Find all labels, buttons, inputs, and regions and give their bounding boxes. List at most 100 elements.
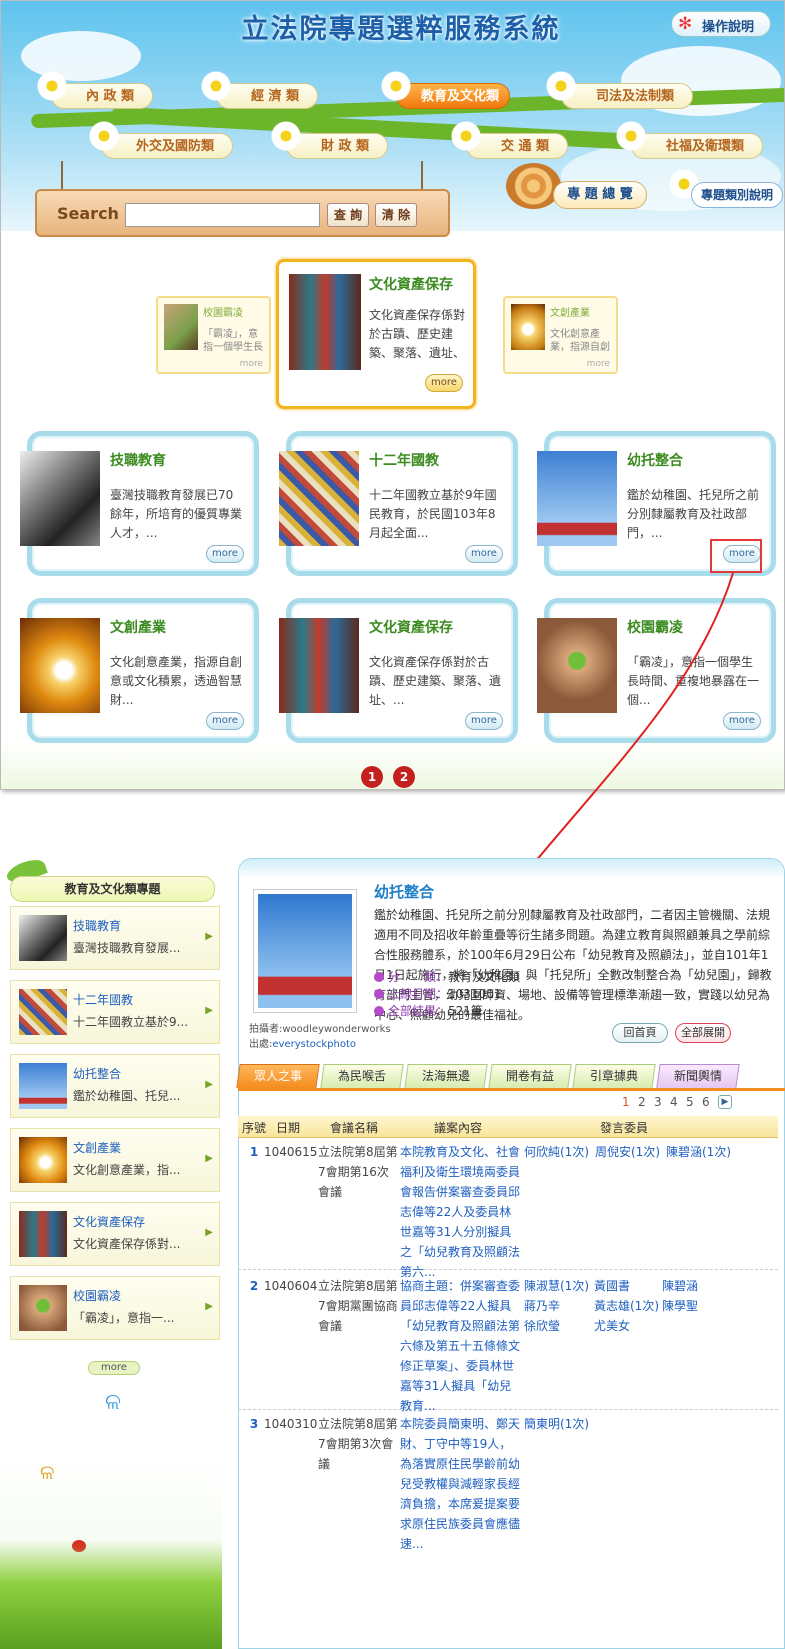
homepage-screenshot: 立法院專題選粹服務系統 ✻ 操作說明 內 政 類 經 濟 類 教育及文化類 司法及… (0, 0, 785, 790)
sidebar-item-heritage[interactable]: 文化資產保存 文化資產保存係對... ▶ (10, 1202, 220, 1266)
topic-photo (279, 451, 359, 546)
table-row: 3 1040310 立法院第8屆第7會期第3次會議 本院委員簡東明、鄭天財、丁守… (238, 1410, 778, 1551)
sidebar-item-creative[interactable]: 文創產業 文化創意產業，指... ▶ (10, 1128, 220, 1192)
featured-photo (164, 304, 198, 350)
category-economy[interactable]: 經 濟 類 (216, 83, 319, 109)
featured-side-right[interactable]: 文創產業 文化創意產業，指源自創 more (503, 296, 618, 374)
speaker-list: 何欣純(1次) 周倪安(1次) 陳碧涵(1次) (524, 1145, 731, 1159)
special-overview-button[interactable]: 專 題 總 覽 (553, 181, 647, 209)
tab-citations[interactable]: 引章據典 (572, 1064, 656, 1088)
topic-photo (20, 618, 100, 713)
topic-photo (20, 451, 100, 546)
clear-button[interactable]: 清 除 (375, 203, 417, 227)
speaker-list: 簡東明(1次) (524, 1417, 589, 1431)
flower-icon (271, 121, 301, 151)
more-button[interactable]: more (723, 712, 761, 730)
next-page-icon[interactable]: ▶ (718, 1095, 732, 1109)
topic-photo (279, 618, 359, 713)
tab-public-affairs[interactable]: 眾人之事 (236, 1064, 320, 1088)
category-finance[interactable]: 財 政 類 (286, 133, 389, 159)
flower-icon (37, 71, 67, 101)
topic-photo (537, 618, 617, 713)
sidebar-title: 教育及文化類專題 (10, 876, 215, 902)
rope-decoration (61, 161, 63, 191)
motion-link[interactable]: 本院教育及文化、社會福利及衛生環境兩委員會報告併案審查委員邱志偉等22人及委員林… (400, 1142, 520, 1282)
bullet-icon (374, 972, 384, 982)
tab-news[interactable]: 新聞輿情 (656, 1064, 740, 1088)
page-2-button[interactable]: 2 (393, 766, 415, 788)
meta-category: 分 類：教育及文化類 (374, 968, 520, 985)
site-title: 立法院專題選粹服務系統 (241, 14, 561, 45)
topic-card-vocational[interactable]: 技職教育 臺灣技職教育發展已70餘年，所培育的優質專業人才，... more (20, 431, 259, 576)
tab-reading[interactable]: 開卷有益 (488, 1064, 572, 1088)
chevron-right-icon: ▶ (205, 1153, 213, 1164)
butterfly-icon: ଳ (105, 1390, 121, 1415)
bullet-icon (374, 1006, 384, 1016)
sidebar-item-bullying[interactable]: 校園霸凌 「霸凌」，意指一... ▶ (10, 1276, 220, 1340)
category-judicial[interactable]: 司法及法制類 (561, 83, 694, 109)
meta-online-date: 上線日期：1031001 (374, 985, 501, 1002)
category-welfare[interactable]: 社福及衛環類 (631, 133, 764, 159)
more-button[interactable]: more (206, 712, 244, 730)
sidebar-more-button[interactable]: more (88, 1361, 140, 1375)
sidebar-item-twelve-year[interactable]: 十二年國教 十二年國教立基於9... ▶ (10, 980, 220, 1044)
grass-decoration (0, 1540, 222, 1649)
category-education-culture[interactable]: 教育及文化類 (396, 83, 511, 109)
table-row: 2 1040604 立法院第8屆第7會期黨團協商會議 協商主題：併案審查委員邱志… (238, 1272, 778, 1413)
topic-card-bullying[interactable]: 校園霸凌 「霸凌」，意指一個學生長時間、重複地暴露在一個... more (537, 598, 776, 743)
speaker-list: 陳淑慧(1次) 黃國書 陳碧涵蔣乃辛 黃志雄(1次) 陳學聖徐欣瑩 尤美女 (524, 1279, 699, 1333)
pagination-1[interactable]: 1 (622, 1095, 630, 1109)
sidebar-photo (19, 1211, 67, 1257)
chevron-right-icon: ▶ (205, 1005, 213, 1016)
featured-photo (289, 274, 361, 370)
expand-all-button[interactable]: 全部展開 (675, 1023, 731, 1043)
motion-link[interactable]: 協商主題：併案審查委員邱志偉等22人擬具「幼兒教育及照顧法第六條及第五十五條條文… (400, 1276, 520, 1416)
topic-photo (537, 451, 617, 546)
help-button[interactable]: ✻ 操作說明 (671, 11, 771, 37)
home-button[interactable]: 回首頁 (612, 1023, 668, 1043)
chevron-right-icon: ▶ (205, 1079, 213, 1090)
featured-main-card[interactable]: 文化資產保存 文化資產保存係對於古蹟、歷史建築、聚落、遺址、文化景 more (276, 259, 476, 409)
chevron-right-icon: ▶ (205, 1301, 213, 1312)
sidebar-item-preschool[interactable]: 幼托整合 鑑於幼稚園、托兒... ▶ (10, 1054, 220, 1118)
page-1-button[interactable]: 1 (361, 766, 383, 788)
chevron-right-icon: ▶ (205, 1227, 213, 1238)
query-button[interactable]: 查 詢 (327, 203, 369, 227)
more-button[interactable]: more (206, 545, 244, 563)
featured-photo (511, 304, 545, 350)
special-category-description-link[interactable]: 專題類別說明 (691, 182, 783, 208)
pagination-3[interactable]: 3 (654, 1095, 662, 1109)
motion-link[interactable]: 本院委員簡東明、鄭天財、丁守中等19人，為落實原住民學齡前幼兒受教權與減輕家長經… (400, 1414, 520, 1554)
pagination-6[interactable]: 6 (702, 1095, 710, 1109)
meta-total-results: 全部結果：521筆 (374, 1002, 483, 1019)
search-board: Search 查 詢 清 除 (35, 189, 450, 237)
pagination-4[interactable]: 4 (670, 1095, 678, 1109)
article-photo (253, 889, 357, 1013)
photo-source-link[interactable]: everystockphoto (272, 1039, 356, 1050)
flower-icon (616, 121, 646, 151)
article-title: 幼托整合 (374, 883, 435, 901)
highlight-annotation (710, 539, 762, 573)
flower-icon (89, 121, 119, 151)
more-button[interactable]: more (425, 374, 463, 392)
topic-card-heritage[interactable]: 文化資產保存 文化資產保存係對於古蹟、歷史建築、聚落、遺址、... more (279, 598, 518, 743)
sidebar-photo (19, 1137, 67, 1183)
flower-icon (546, 71, 576, 101)
flower-icon (381, 71, 411, 101)
bullet-icon (374, 989, 384, 999)
sidebar-item-vocational[interactable]: 技職教育 臺灣技職教育發展... ▶ (10, 906, 220, 970)
pinwheel-icon: ✻ (678, 14, 693, 34)
sidebar-photo (19, 1063, 67, 1109)
search-input[interactable] (125, 203, 320, 227)
category-transport[interactable]: 交 通 類 (466, 133, 569, 159)
tab-sea-of-law[interactable]: 法海無邊 (404, 1064, 488, 1088)
category-foreign-defense[interactable]: 外交及國防類 (101, 133, 234, 159)
tab-voice-of-people[interactable]: 為民喉舌 (320, 1064, 404, 1088)
topic-card-twelve-year[interactable]: 十二年國教 十二年國教立基於9年國民教育，於民國103年8月起全面... mor… (279, 431, 518, 576)
featured-side-left[interactable]: 校園霸凌 「霸凌」，意指一個學生長 more (156, 296, 271, 374)
pagination-5[interactable]: 5 (686, 1095, 694, 1109)
more-button[interactable]: more (465, 545, 503, 563)
pagination-2[interactable]: 2 (638, 1095, 646, 1109)
more-button[interactable]: more (465, 712, 503, 730)
topic-card-creative[interactable]: 文創產業 文化創意產業，指源自創意或文化積累，透過智慧財... more (20, 598, 259, 743)
